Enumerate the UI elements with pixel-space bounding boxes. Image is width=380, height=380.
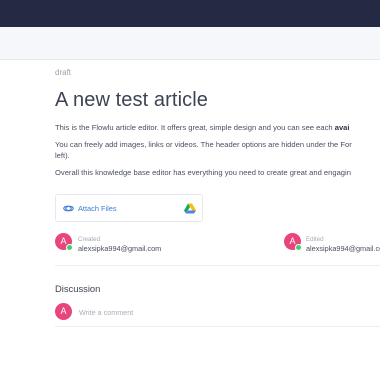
editor-avatar-letter: A [289,236,296,246]
attach-files-button[interactable]: Attach Files [78,204,117,213]
toolbar-strip [0,27,380,60]
paragraph-2-line-1: You can freely add images, links or vide… [55,140,352,149]
section-divider [55,265,380,266]
top-navigation-bar [0,0,380,27]
online-status-dot [66,244,73,251]
editor-email: alexsipka994@gmail.com [306,244,380,253]
edited-label: Edited [306,236,324,243]
comment-divider [55,326,380,327]
article-paragraph-2: You can freely add images, links or vide… [55,140,352,161]
paragraph-1-text: This is the Flowlu article editor. It of… [55,123,335,132]
discussion-heading: Discussion [55,283,101,294]
paragraph-1-bold-text: avai [334,123,350,132]
commenter-avatar-letter: A [60,306,67,316]
google-drive-icon[interactable] [184,203,196,214]
online-status-dot [295,244,302,251]
paragraph-2-line-2: left). [55,150,70,160]
article-paragraph-3: Overall this knowledge base editor has e… [55,168,351,177]
commenter-avatar: A [55,303,72,320]
comment-input[interactable] [79,306,369,318]
created-label: Created [78,236,101,243]
article-status-label: draft [55,68,72,77]
creator-avatar: A [55,233,73,251]
creator-avatar-letter: A [60,236,67,246]
article-title: A new test article [55,89,208,111]
article-paragraph-1: This is the Flowlu article editor. It of… [55,123,350,134]
paperclip-icon [63,205,74,212]
creator-email: alexsipka994@gmail.com [78,244,162,253]
attach-files-box[interactable]: Attach Files [55,194,203,222]
editor-avatar: A [284,233,302,251]
